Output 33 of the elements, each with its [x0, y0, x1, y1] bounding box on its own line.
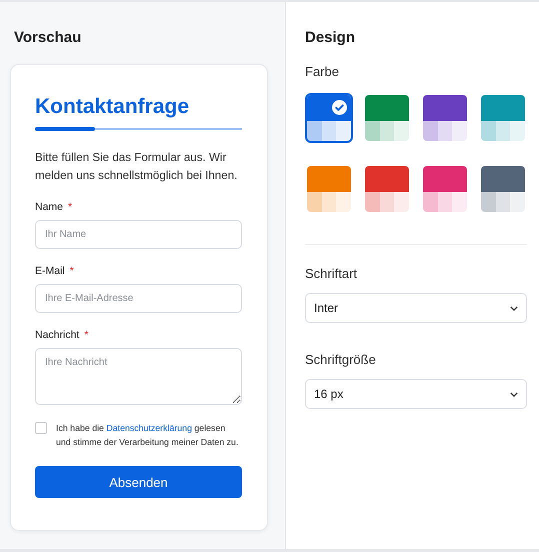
color-swatch[interactable]: [305, 164, 353, 214]
input-field[interactable]: Ihre E-Mail-Adresse: [35, 284, 242, 313]
section-label: Farbe: [305, 64, 340, 79]
select-label: Schriftgröße: [305, 352, 377, 367]
field-label: Name: [35, 201, 64, 213]
color-swatch[interactable]: [305, 93, 353, 143]
required-marker: *: [84, 329, 88, 341]
required-marker: *: [70, 265, 74, 277]
color-swatch[interactable]: [363, 164, 411, 214]
message-field[interactable]: Ihre Nachricht: [35, 348, 242, 405]
required-marker: *: [68, 201, 72, 213]
form-title: Kontaktanfrage: [35, 95, 190, 119]
consent-text: Ich habe die Datenschutzerklärung gelesen und stimme der Verarbeitung meiner Daten zu.: [56, 422, 240, 449]
panel-title: Vorschau: [14, 29, 82, 46]
check-icon: [332, 100, 347, 115]
chevron-icon: [510, 392, 518, 396]
privacy-link[interactable]: Datenschutzerklärung: [106, 423, 192, 433]
panel-title: Design: [305, 29, 356, 46]
color-swatch[interactable]: [421, 164, 469, 214]
input-field[interactable]: Ihr Name: [35, 220, 242, 249]
chevron-icon: [510, 306, 518, 310]
select-label: Schriftart: [305, 266, 358, 281]
consent-checkbox[interactable]: [35, 422, 47, 434]
intro-text: Bitte füllen Sie das Formular aus. Wir melden uns schnellstmöglich bei Ihnen.: [35, 150, 238, 184]
field-label: E-Mail: [35, 265, 65, 277]
color-swatch[interactable]: [363, 93, 411, 143]
color-swatch[interactable]: [421, 93, 469, 143]
color-swatch[interactable]: [479, 164, 527, 214]
submit-button[interactable]: Absenden: [35, 466, 242, 498]
field-label: Nachricht: [35, 329, 80, 341]
dropdown[interactable]: Inter: [305, 293, 527, 323]
dropdown[interactable]: 16 px: [305, 379, 527, 409]
color-swatch[interactable]: [479, 93, 527, 143]
